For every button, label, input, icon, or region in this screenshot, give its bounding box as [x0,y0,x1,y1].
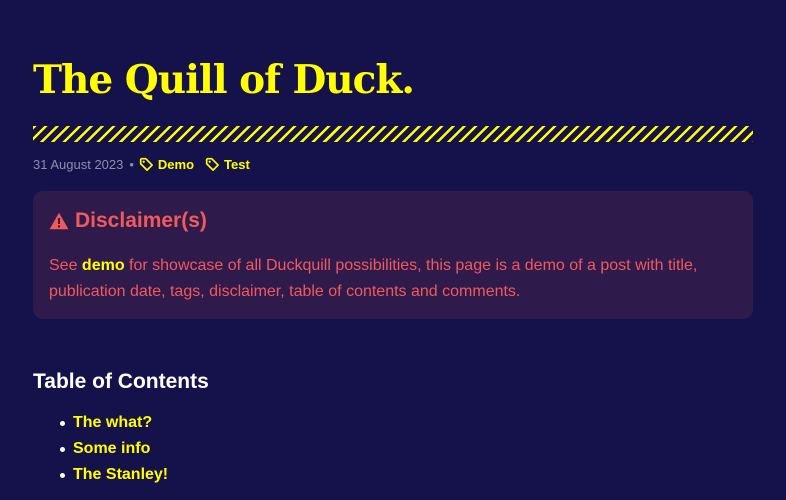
toc-title: Table of Contents [33,370,209,393]
tag-icon [205,157,220,171]
demo-link[interactable]: demo [82,257,125,274]
post-meta: 31 August 2023 • Demo Test [33,155,261,173]
disclaimer-text-after: for showcase of all Duckquill possibilit… [49,257,698,300]
toc-link-the-stanley[interactable]: The Stanley! [73,466,168,483]
disclaimer-title: Disclaimer(s) [75,209,207,232]
post-date: 31 August 2023 [33,156,124,172]
toc-item: The Stanley! [59,464,168,490]
tag-icon [139,157,153,171]
post-title: The Quill of Duck. [33,57,415,103]
warning-triangle-icon [49,212,69,230]
disclaimer-text-before: See [49,257,82,274]
disclaimer-box: Disclaimer(s) See demo for showcase of a… [33,191,753,319]
meta-separator: • [129,156,134,172]
title-divider [33,126,753,142]
tag-label: Demo [157,156,195,172]
tag-test[interactable]: Test [205,157,250,172]
toc-item: The what? [59,412,168,438]
disclaimer-heading: Disclaimer(s) [49,209,207,233]
tag-label: Test [224,156,250,172]
toc-list: The what? Some info The Stanley! [33,412,168,490]
toc-link-some-info[interactable]: Some info [73,440,150,457]
tag-demo[interactable]: Demo [139,157,194,172]
disclaimer-text: See demo for showcase of all Duckquill p… [49,253,741,305]
toc-item: Some info [59,438,168,464]
toc-link-the-what[interactable]: The what? [73,414,152,431]
